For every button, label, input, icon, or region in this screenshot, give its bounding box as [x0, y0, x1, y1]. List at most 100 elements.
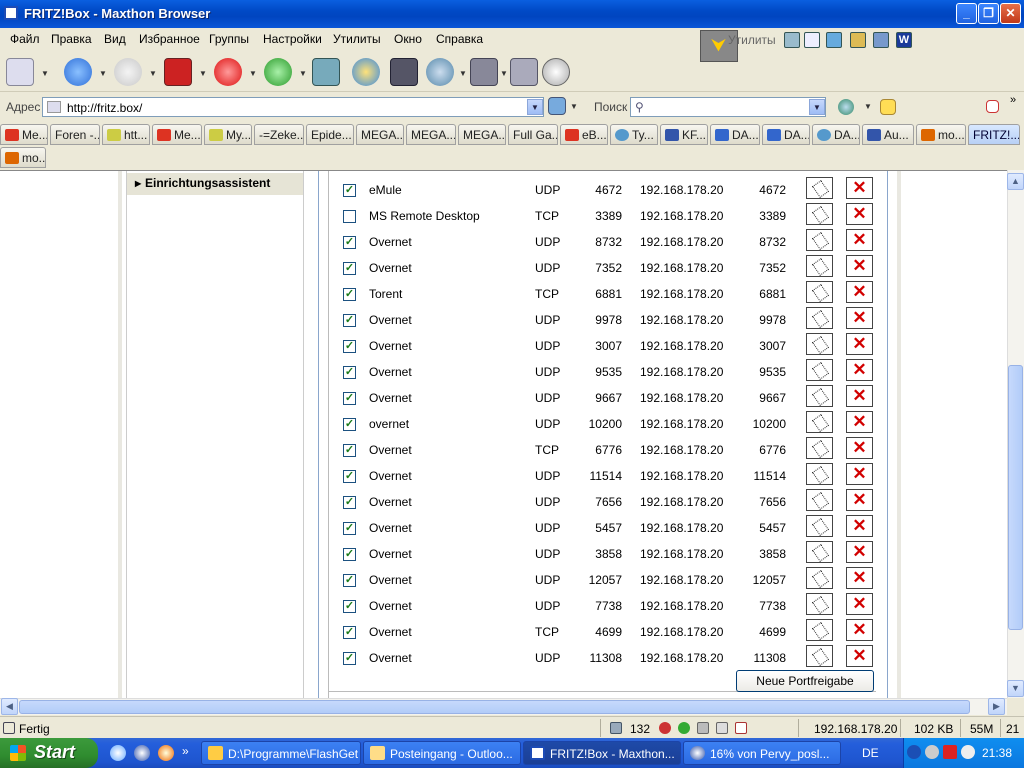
rule-enabled-checkbox[interactable]: ✓ [343, 418, 356, 431]
tool-icon-2[interactable] [804, 32, 820, 48]
vertical-scroll-thumb[interactable] [1008, 365, 1023, 630]
delete-rule-button[interactable]: ✕ [846, 177, 873, 199]
menu-help[interactable]: Справка [436, 32, 483, 46]
rule-enabled-checkbox[interactable]: ✓ [343, 470, 356, 483]
word-icon[interactable]: W [896, 32, 912, 48]
delete-rule-button[interactable]: ✕ [846, 255, 873, 277]
chevron-down-icon[interactable]: ▼ [500, 69, 508, 78]
delete-rule-button[interactable]: ✕ [846, 385, 873, 407]
language-indicator[interactable]: DE [862, 746, 879, 760]
idea-icon[interactable] [352, 58, 380, 86]
edit-rule-button[interactable] [806, 489, 833, 511]
tab-item[interactable]: DA... [762, 124, 810, 145]
address-input[interactable]: http://fritz.box/ [42, 97, 544, 117]
edit-rule-button[interactable] [806, 541, 833, 563]
online-icon[interactable] [678, 722, 690, 734]
tab-item[interactable]: mo... [0, 147, 46, 168]
scroll-down-icon[interactable]: ▼ [1007, 680, 1024, 697]
stop-icon[interactable] [214, 58, 242, 86]
maxthon-app-icon[interactable] [4, 6, 18, 20]
forward-icon[interactable] [114, 58, 142, 86]
rule-enabled-checkbox[interactable]: ✓ [343, 184, 356, 197]
tab-item[interactable]: Foren -... [50, 124, 100, 145]
tab-item-active[interactable]: FRITZ!... [968, 124, 1020, 145]
quicklaunch-maxthon-icon[interactable] [134, 745, 150, 761]
script-icon[interactable] [735, 722, 747, 734]
more-chevron-icon[interactable]: » [1010, 94, 1016, 106]
close-tab-icon[interactable] [164, 58, 192, 86]
menu-favorites[interactable]: Избранное [139, 32, 200, 46]
rule-enabled-checkbox[interactable]: ✓ [343, 444, 356, 457]
delete-rule-button[interactable]: ✕ [846, 203, 873, 225]
edit-rule-button[interactable] [806, 515, 833, 537]
edit-rule-button[interactable] [806, 645, 833, 667]
delete-rule-button[interactable]: ✕ [846, 229, 873, 251]
taskbar-item-outlook[interactable]: Posteingang - Outloo... [363, 741, 521, 765]
delete-rule-button[interactable]: ✕ [846, 463, 873, 485]
rule-enabled-checkbox[interactable]: ✓ [343, 262, 356, 275]
edit-rule-button[interactable] [806, 255, 833, 277]
edit-rule-button[interactable] [806, 281, 833, 303]
rule-enabled-checkbox[interactable]: ✓ [343, 366, 356, 379]
chevron-down-icon[interactable]: ▼ [99, 69, 107, 78]
rule-enabled-checkbox[interactable]: ✓ [343, 626, 356, 639]
timer-icon[interactable] [542, 58, 570, 86]
rule-enabled-checkbox[interactable]: ✓ [343, 522, 356, 535]
nav-item-assistant[interactable]: ▶ Einrichtungsassistent [127, 173, 303, 195]
title-bar[interactable]: FRITZ!Box - Maxthon Browser _ ❐ ✕ [0, 0, 1024, 28]
delete-rule-button[interactable]: ✕ [846, 619, 873, 641]
edit-rule-button[interactable] [806, 411, 833, 433]
taskbar-item-flashget[interactable]: D:\Programme\FlashGet [201, 741, 361, 765]
edit-rule-button[interactable] [806, 593, 833, 615]
delete-rule-button[interactable]: ✕ [846, 593, 873, 615]
start-button[interactable]: Start [0, 738, 98, 768]
tab-item[interactable]: MEGA... [458, 124, 506, 145]
rule-enabled-checkbox[interactable]: ✓ [343, 600, 356, 613]
search-input[interactable]: ⚲ [630, 97, 826, 117]
edit-rule-button[interactable] [806, 359, 833, 381]
edit-rule-button[interactable] [806, 463, 833, 485]
refresh-icon[interactable] [264, 58, 292, 86]
edit-rule-button[interactable] [806, 437, 833, 459]
edit-rule-button[interactable] [806, 567, 833, 589]
tab-item[interactable]: -=Zeke... [254, 124, 304, 145]
lock-icon[interactable] [697, 722, 709, 734]
edit-rule-button[interactable] [806, 619, 833, 641]
window-icon[interactable] [986, 100, 999, 113]
tab-item[interactable]: mo... [916, 124, 966, 145]
tab-item[interactable]: KF... [660, 124, 708, 145]
rule-enabled-checkbox[interactable]: ✓ [343, 574, 356, 587]
chevron-down-icon[interactable]: ▼ [299, 69, 307, 78]
scroll-up-icon[interactable]: ▲ [1007, 173, 1024, 190]
tab-item[interactable]: Me... [0, 124, 48, 145]
rule-enabled-checkbox[interactable]: ✓ [343, 340, 356, 353]
edit-rule-button[interactable] [806, 307, 833, 329]
tools-icon[interactable] [470, 58, 498, 86]
rule-enabled-checkbox[interactable]: ✓ [343, 288, 356, 301]
delete-rule-button[interactable]: ✕ [846, 437, 873, 459]
rule-enabled-checkbox[interactable]: ✓ [343, 314, 356, 327]
new-port-forward-button[interactable]: Neue Portfreigabe [736, 670, 874, 692]
menu-utilities[interactable]: Утилиты [333, 32, 381, 46]
delete-rule-button[interactable]: ✕ [846, 541, 873, 563]
engine-icon[interactable] [838, 99, 854, 115]
chevron-down-icon[interactable]: ▼ [149, 69, 157, 78]
quicklaunch-more-icon[interactable]: » [182, 744, 189, 758]
menu-window[interactable]: Окно [394, 32, 422, 46]
tool-icon-1[interactable] [784, 32, 800, 48]
delete-rule-button[interactable]: ✕ [846, 567, 873, 589]
delete-rule-button[interactable]: ✕ [846, 281, 873, 303]
rule-enabled-checkbox[interactable]: ✓ [343, 392, 356, 405]
chevron-down-icon[interactable]: ▼ [41, 69, 49, 78]
chevron-down-icon[interactable]: ▼ [199, 69, 207, 78]
edit-rule-button[interactable] [806, 229, 833, 251]
quicklaunch-ie-icon[interactable] [110, 745, 126, 761]
ad-block-icon[interactable] [716, 722, 728, 734]
search-tool-icon[interactable] [426, 58, 454, 86]
tab-item[interactable]: eB... [560, 124, 608, 145]
delete-rule-button[interactable]: ✕ [846, 489, 873, 511]
highlight-icon[interactable] [880, 99, 896, 115]
rule-enabled-checkbox[interactable]: ✓ [343, 236, 356, 249]
tab-item[interactable]: Au... [862, 124, 914, 145]
horizontal-scroll-thumb[interactable] [19, 700, 970, 714]
